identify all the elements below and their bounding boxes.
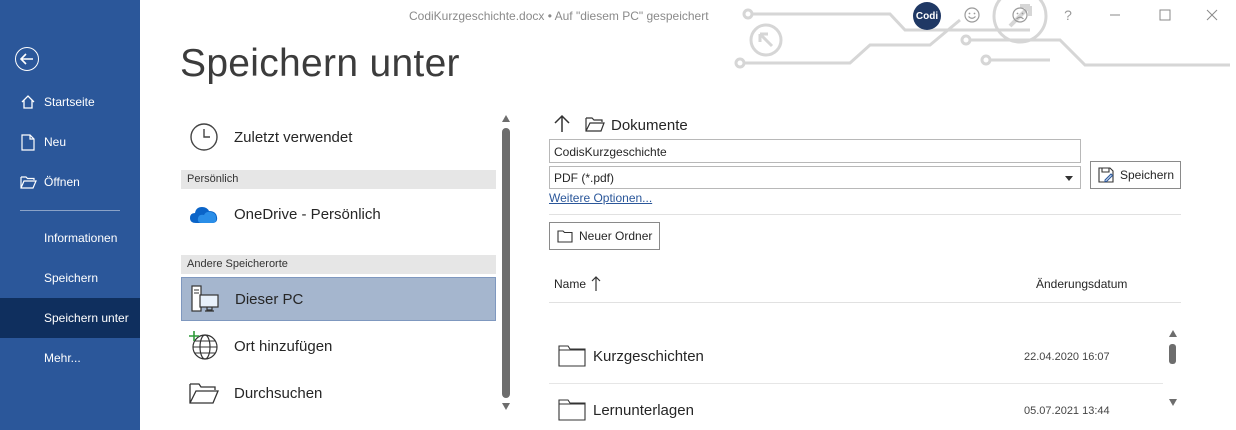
file-list-scrollbar[interactable] <box>1167 330 1179 406</box>
new-folder-label: Neuer Ordner <box>579 229 653 243</box>
location-add-place[interactable]: Ort hinzufügen <box>181 324 496 368</box>
sidebar-item-label: Öffnen <box>44 175 80 189</box>
file-row[interactable]: Kurzgeschichten 22.04.2020 16:07 <box>549 331 1163 383</box>
folder-icon <box>558 345 586 367</box>
computer-icon <box>187 281 223 317</box>
home-icon <box>19 93 37 111</box>
file-name: Kurzgeschichten <box>593 348 704 365</box>
sort-ascending-icon <box>591 276 601 291</box>
sidebar-item-neu[interactable]: Neu <box>0 122 140 162</box>
section-header-other: Andere Speicherorte <box>181 255 496 274</box>
save-button-label: Speichern <box>1120 168 1175 182</box>
scrollbar-thumb[interactable] <box>502 128 510 398</box>
page-title: Speichern unter <box>180 42 460 85</box>
section-header-personal: Persönlich <box>181 170 496 189</box>
open-folder-icon <box>19 173 37 191</box>
new-document-icon <box>19 133 37 151</box>
maximize-icon[interactable] <box>1155 5 1175 25</box>
sidebar-item-informationen[interactable]: Informationen <box>0 218 140 258</box>
locations-scrollbar[interactable] <box>500 115 512 410</box>
scroll-down-arrow-icon[interactable] <box>1169 399 1177 406</box>
location-this-pc[interactable]: Dieser PC <box>181 277 496 321</box>
file-date: 22.04.2020 16:07 <box>1024 351 1110 363</box>
folder-icon <box>558 399 586 421</box>
location-label: OneDrive - Persönlich <box>234 205 381 223</box>
location-label: Zuletzt verwendet <box>234 128 353 146</box>
filename-input[interactable]: CodisKurzgeschichte <box>549 139 1081 163</box>
globe-add-icon <box>186 328 222 364</box>
new-folder-icon <box>557 229 573 243</box>
sidebar-item-label: Speichern <box>44 271 99 285</box>
location-recent[interactable]: Zuletzt verwendet <box>181 115 496 159</box>
smiley-feedback-icon[interactable] <box>962 5 982 25</box>
scroll-up-arrow-icon[interactable] <box>1169 330 1177 337</box>
sidebar-item-oeffnen[interactable]: Öffnen <box>0 162 140 202</box>
folder-open-icon <box>186 375 222 411</box>
location-label: Durchsuchen <box>234 384 323 402</box>
filetype-value: PDF (*.pdf) <box>554 171 615 185</box>
header-divider <box>549 302 1181 303</box>
sidebar-divider <box>20 210 120 211</box>
row-divider <box>549 383 1163 384</box>
column-header-name[interactable]: Name <box>554 276 601 292</box>
sidebar-item-label: Neu <box>44 135 67 149</box>
breadcrumb-folder[interactable]: Dokumente <box>611 117 688 134</box>
new-folder-button[interactable]: Neuer Ordner <box>549 222 660 250</box>
location-label: Ort hinzufügen <box>234 337 333 355</box>
up-one-level-icon[interactable] <box>552 114 572 134</box>
scrollbar-thumb[interactable] <box>1169 344 1176 364</box>
save-as-backstage: Startseite Neu Öffnen Informationen Spei… <box>0 0 1236 430</box>
scroll-down-arrow-icon[interactable] <box>502 403 510 410</box>
sidebar-item-speichern[interactable]: Speichern <box>0 258 140 298</box>
sidebar-item-label: Speichern unter <box>44 311 129 325</box>
sidebar-item-speichern-unter[interactable]: Speichern unter <box>0 298 140 338</box>
folder-icon <box>585 117 605 132</box>
sidebar-item-label: Mehr... <box>44 351 81 365</box>
sidebar-item-label: Informationen <box>44 231 118 245</box>
column-header-date[interactable]: Änderungsdatum <box>1036 277 1127 291</box>
codi-account-badge[interactable]: Codi <box>913 2 941 30</box>
back-arrow-icon[interactable] <box>15 47 39 71</box>
onedrive-cloud-icon <box>186 196 222 232</box>
sidebar-item-label: Startseite <box>44 95 95 109</box>
file-row[interactable]: Lernunterlagen 05.07.2021 13:44 <box>549 385 1163 430</box>
close-icon[interactable] <box>1202 5 1222 25</box>
file-date: 05.07.2021 13:44 <box>1024 405 1110 417</box>
sidebar-item-mehr[interactable]: Mehr... <box>0 338 140 378</box>
frown-feedback-icon[interactable] <box>1010 5 1030 25</box>
window-title: CodiKurzgeschichte.docx • Auf "diesem PC… <box>409 9 709 23</box>
help-icon[interactable]: ? <box>1058 5 1078 25</box>
chevron-down-icon <box>1065 176 1073 181</box>
more-options-link[interactable]: Weitere Optionen... <box>549 191 652 205</box>
sidebar-item-startseite[interactable]: Startseite <box>0 82 140 122</box>
column-header-name-label: Name <box>554 277 587 291</box>
scroll-up-arrow-icon[interactable] <box>502 115 510 122</box>
backstage-sidebar: Startseite Neu Öffnen Informationen Spei… <box>0 0 140 430</box>
divider <box>549 214 1181 215</box>
clock-icon <box>186 119 222 155</box>
minimize-icon[interactable] <box>1105 5 1125 25</box>
location-browse[interactable]: Durchsuchen <box>181 371 496 415</box>
file-name: Lernunterlagen <box>593 402 694 419</box>
location-label: Dieser PC <box>235 290 304 308</box>
save-button[interactable]: Speichern <box>1090 161 1181 189</box>
location-onedrive[interactable]: OneDrive - Persönlich <box>181 192 496 236</box>
filetype-select[interactable]: PDF (*.pdf) <box>549 166 1081 189</box>
save-pen-icon <box>1098 167 1114 183</box>
